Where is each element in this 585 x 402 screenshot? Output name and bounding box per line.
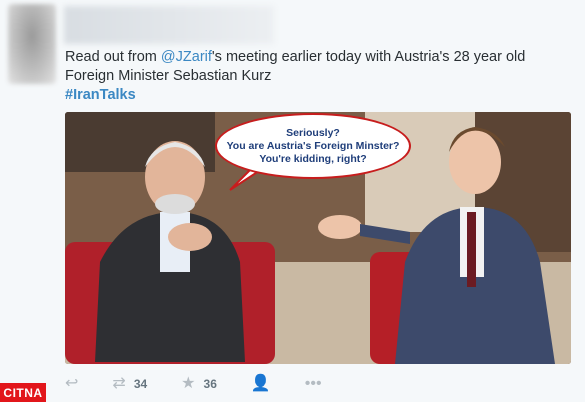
favorite-count: 36 [203, 377, 217, 391]
bubble-line-3: You're kidding, right? [259, 152, 367, 165]
bubble-line-1: Seriously? [286, 126, 340, 139]
right-man-hand [318, 215, 362, 239]
bubble-line-2: You are Austria's Foreign Minster? [226, 139, 400, 152]
speech-bubble: Seriously? You are Austria's Foreign Min… [215, 113, 411, 179]
hashtag-link[interactable]: #IranTalks [65, 86, 575, 105]
reply-button[interactable]: ↩ [65, 376, 78, 392]
favorite-button[interactable]: ★ 36 [181, 376, 217, 392]
mention-link[interactable]: @JZarif [161, 49, 212, 65]
tweet-card: Read out from @JZarif's meeting earlier … [0, 0, 585, 402]
more-button[interactable]: ••• [305, 376, 322, 392]
avatar[interactable] [8, 4, 56, 84]
reply-icon: ↩ [65, 375, 79, 392]
follow-icon: 👤 [250, 375, 271, 392]
left-man-hands [168, 223, 212, 251]
tweet-actions: ↩ ⇄ 34 ★ 36 👤 ••• [65, 375, 385, 393]
redacted-username [64, 6, 274, 44]
left-man-beard [155, 194, 195, 214]
right-man-tie [467, 212, 476, 287]
tweet-text-prefix: Read out from [65, 49, 161, 65]
follow-button[interactable]: 👤 [251, 376, 271, 392]
retweet-icon: ⇄ [112, 375, 126, 392]
retweet-button[interactable]: ⇄ 34 [112, 376, 147, 392]
retweet-count: 34 [133, 377, 148, 391]
more-icon: ••• [304, 375, 322, 392]
tweet-text: Read out from @JZarif's meeting earlier … [65, 48, 575, 105]
star-icon: ★ [181, 375, 196, 392]
citna-logo: CITNA [0, 383, 46, 402]
